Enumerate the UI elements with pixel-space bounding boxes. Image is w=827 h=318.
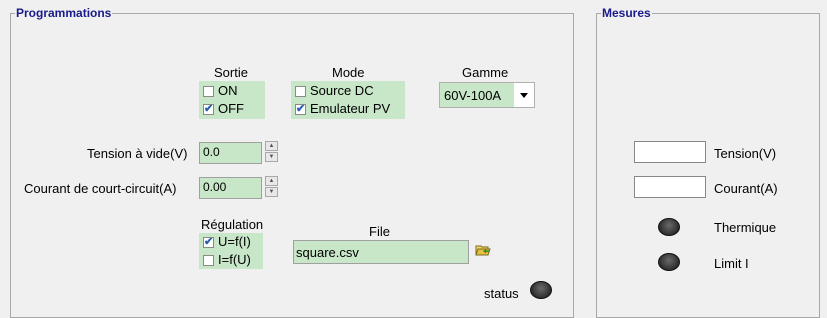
status-label: status <box>484 286 519 301</box>
courant-cc-input[interactable]: 0.00 <box>199 177 262 199</box>
gamme-select[interactable]: 60V-100A <box>439 82 535 108</box>
courant-cc-stepper[interactable]: ▲ ▼ <box>265 176 278 198</box>
programmations-title: Programmations <box>16 6 112 20</box>
regulation-u-label: U=f(I) <box>218 234 251 249</box>
sortie-on-checkbox[interactable] <box>203 86 214 97</box>
tension-vide-input[interactable]: 0.0 <box>199 142 262 164</box>
programmations-panel: Programmations <box>10 6 574 318</box>
status-led <box>530 281 552 299</box>
regulation-title: Régulation <box>201 217 264 232</box>
file-path-value: square.csv <box>296 245 359 260</box>
folder-open-icon[interactable] <box>475 243 491 257</box>
spin-down-icon[interactable]: ▼ <box>265 187 278 197</box>
mesures-panel: Mesures <box>596 6 820 318</box>
file-path-input[interactable]: square.csv <box>293 240 469 264</box>
limit-led <box>658 253 680 271</box>
sortie-off-label: OFF <box>218 101 244 116</box>
courant-cc-label: Courant de court-circuit(A) <box>24 181 177 196</box>
gamme-selected-value: 60V-100A <box>444 88 502 103</box>
tension-vide-stepper[interactable]: ▲ ▼ <box>265 141 278 163</box>
tension-vide-label: Tension à vide(V) <box>87 146 188 161</box>
mode-source-dc-checkbox[interactable] <box>295 86 306 97</box>
courant-measure-box <box>634 176 706 198</box>
chevron-down-icon <box>520 93 528 98</box>
regulation-u-checkbox[interactable]: ✔ <box>203 236 214 248</box>
thermique-label: Thermique <box>714 220 777 235</box>
mode-source-dc-label: Source DC <box>310 83 374 98</box>
sortie-off-checkbox[interactable]: ✔ <box>203 103 214 115</box>
mesures-title: Mesures <box>602 6 651 20</box>
mode-emulateur-checkbox[interactable]: ✔ <box>295 103 306 115</box>
sortie-title: Sortie <box>214 65 248 80</box>
spin-down-icon[interactable]: ▼ <box>265 152 278 162</box>
tension-measure-label: Tension(V) <box>714 146 777 161</box>
regulation-i-checkbox[interactable] <box>203 255 214 266</box>
spin-up-icon[interactable]: ▲ <box>265 141 278 151</box>
courant-measure-label: Courant(A) <box>714 181 778 196</box>
file-title: File <box>369 224 390 239</box>
sortie-on-label: ON <box>218 83 238 98</box>
gamme-title: Gamme <box>462 65 509 80</box>
gamme-dropdown-button[interactable] <box>514 83 534 107</box>
mode-title: Mode <box>332 65 365 80</box>
spin-up-icon[interactable]: ▲ <box>265 176 278 186</box>
mode-emulateur-label: Emulateur PV <box>310 101 391 116</box>
limit-label: Limit I <box>714 256 749 271</box>
thermique-led <box>658 218 680 236</box>
tension-measure-box <box>634 141 706 163</box>
regulation-i-label: I=f(U) <box>218 252 251 267</box>
